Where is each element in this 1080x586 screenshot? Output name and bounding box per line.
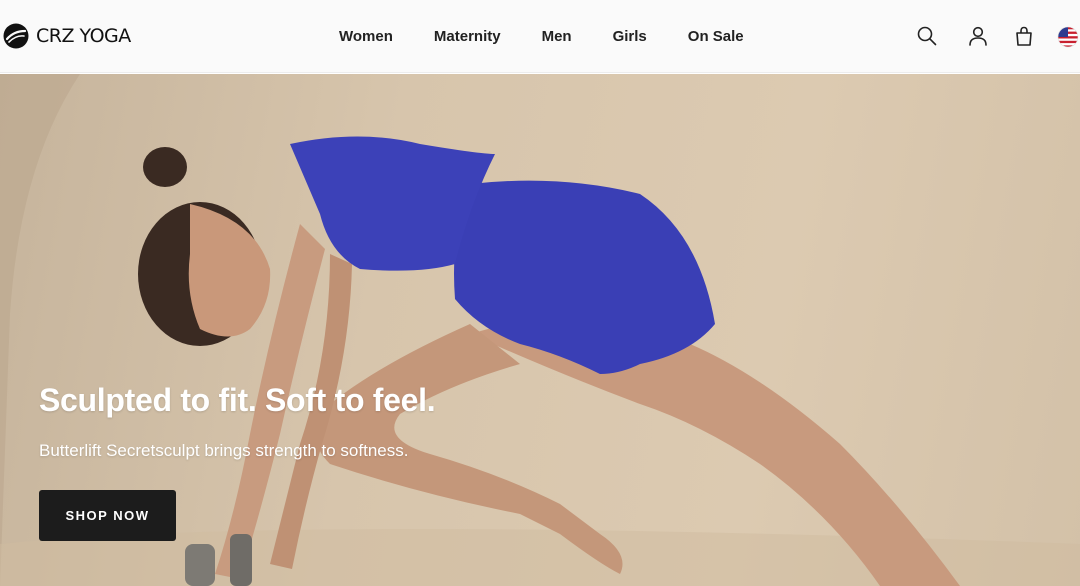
nav-item-on-sale[interactable]: On Sale xyxy=(688,27,744,47)
main-nav: Women Maternity Men Girls On Sale xyxy=(339,0,744,73)
account-icon[interactable] xyxy=(966,24,990,48)
nav-item-men[interactable]: Men xyxy=(542,27,572,47)
shopping-bag-icon[interactable] xyxy=(1012,24,1036,48)
site-header: CRZ YOGA Women Maternity Men Girls On Sa… xyxy=(0,0,1080,73)
shop-now-button[interactable]: SHOP NOW xyxy=(39,490,176,541)
utility-nav xyxy=(900,0,1080,73)
nav-item-women[interactable]: Women xyxy=(339,27,393,47)
us-flag-icon[interactable] xyxy=(1056,25,1080,49)
brand-name: CRZ YOGA xyxy=(36,25,131,47)
search-icon[interactable] xyxy=(915,24,939,48)
nav-item-maternity[interactable]: Maternity xyxy=(434,27,501,47)
hero-banner[interactable]: Sculpted to fit. Soft to feel. Butterlif… xyxy=(0,74,1080,586)
brand-logo[interactable]: CRZ YOGA xyxy=(2,22,131,50)
nav-item-girls[interactable]: Girls xyxy=(613,27,647,47)
hero-headline: Sculpted to fit. Soft to feel. xyxy=(39,382,436,418)
hero-subheadline: Butterlift Secretsculpt brings strength … xyxy=(39,441,409,460)
crz-logo-icon xyxy=(3,23,29,49)
